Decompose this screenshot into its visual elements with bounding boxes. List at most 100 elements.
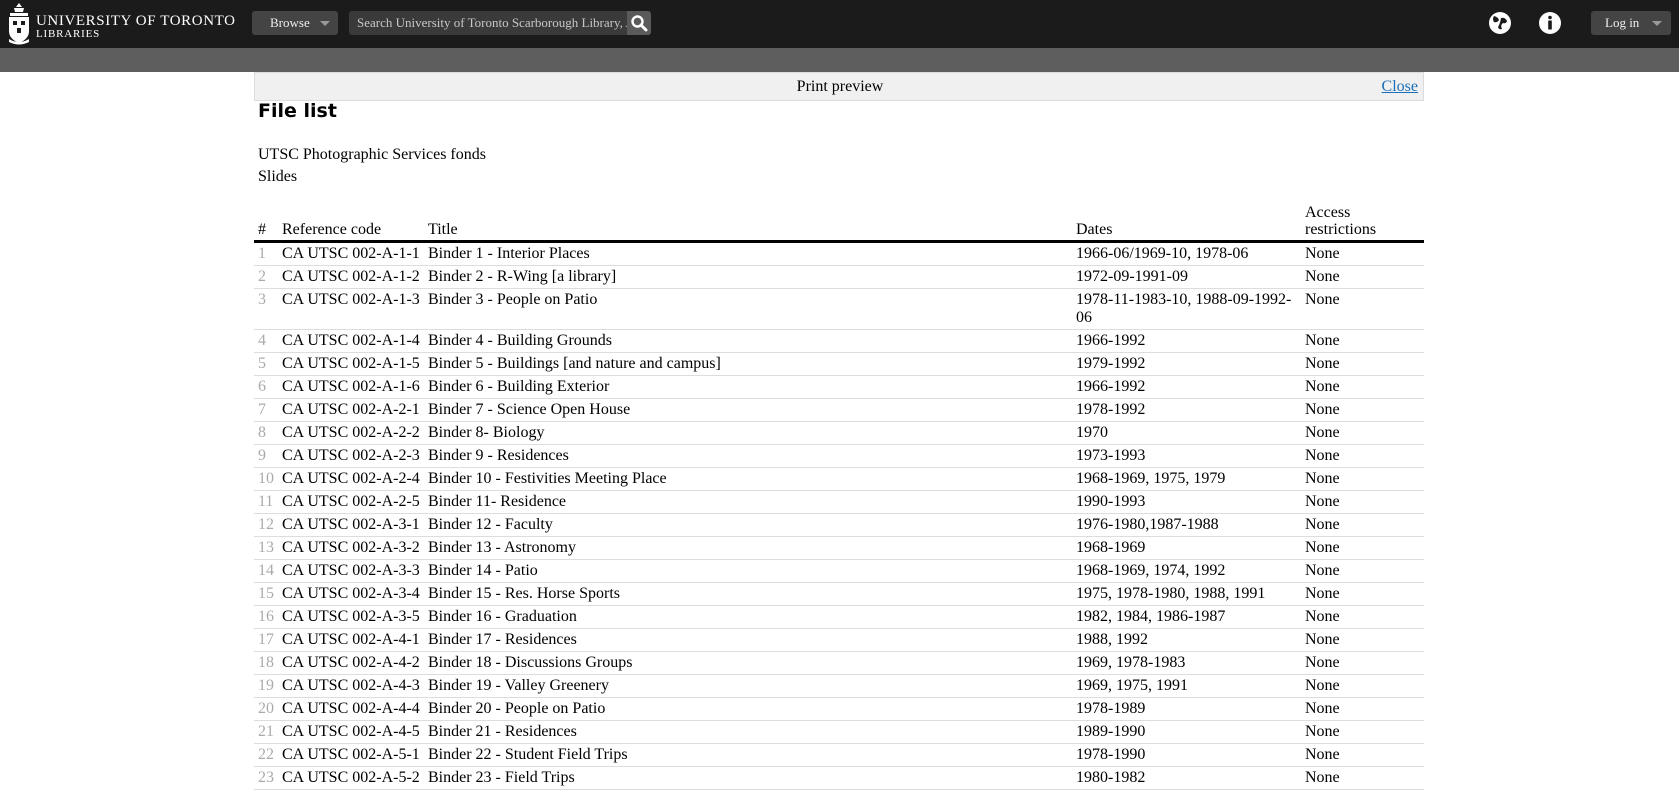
row-access-restrictions: None [1301,490,1424,514]
row-reference-code: CA UTSC 002-A-2-4 [278,467,424,491]
row-number: 23 [254,766,278,790]
row-reference-code: CA UTSC 002-A-3-5 [278,605,424,629]
row-dates: 1966-1992 [1072,375,1301,399]
language-menu-button[interactable] [1488,11,1512,40]
row-access-restrictions: None [1301,444,1424,468]
row-reference-code: CA UTSC 002-A-1-5 [278,352,424,376]
row-title: Binder 5 - Buildings [and nature and cam… [424,352,1072,376]
row-title: Binder 20 - People on Patio [424,697,1072,721]
row-access-restrictions: None [1301,467,1424,491]
row-access-restrictions: None [1301,421,1424,445]
row-access-restrictions: None [1301,628,1424,652]
row-number: 15 [254,582,278,606]
table-row: 4 CA UTSC 002-A-1-4 Binder 4 - Building Gr… [254,329,1424,353]
row-reference-code: CA UTSC 002-A-4-4 [278,697,424,721]
row-access-restrictions: None [1301,288,1424,330]
row-dates: 1976-1980,1987-1988 [1072,513,1301,537]
row-title: Binder 15 - Res. Horse Sports [424,582,1072,606]
fonds-title: UTSC Photographic Services fonds [258,146,486,163]
table-header-row: # Reference code Title Dates Access rest… [254,204,1424,243]
row-reference-code: CA UTSC 002-A-2-2 [278,421,424,445]
row-title: Binder 9 - Residences [424,444,1072,468]
row-dates: 1978-1990 [1072,743,1301,767]
row-title: Binder 14 - Patio [424,559,1072,583]
row-access-restrictions: None [1301,766,1424,790]
table-row: 3 CA UTSC 002-A-1-3 Binder 3 - People on P… [254,288,1424,330]
row-reference-code: CA UTSC 002-A-1-2 [278,265,424,289]
crest-icon [9,3,29,45]
context-bar [0,48,1679,72]
row-dates: 1990-1993 [1072,490,1301,514]
row-reference-code: CA UTSC 002-A-5-1 [278,743,424,767]
table-row: 7 CA UTSC 002-A-2-1 Binder 7 - Science Ope… [254,398,1424,422]
row-dates: 1989-1990 [1072,720,1301,744]
browse-menu-button[interactable]: Browse [252,11,338,35]
row-number: 9 [254,444,278,468]
row-title: Binder 17 - Residences [424,628,1072,652]
search-button[interactable] [627,11,651,35]
row-title: Binder 12 - Faculty [424,513,1072,537]
column-header-number: # [254,204,278,243]
row-reference-code: CA UTSC 002-A-2-3 [278,444,424,468]
row-reference-code: CA UTSC 002-A-2-5 [278,490,424,514]
table-row: 17 CA UTSC 002-A-4-1 Binder 17 - Residence… [254,628,1424,652]
row-title: Binder 16 - Graduation [424,605,1072,629]
row-title: Binder 18 - Discussions Groups [424,651,1072,675]
row-dates: 1966-1992 [1072,329,1301,353]
row-reference-code: CA UTSC 002-A-3-1 [278,513,424,537]
column-header-dates: Dates [1072,204,1301,243]
row-dates: 1978-1989 [1072,697,1301,721]
row-title: Binder 2 - R-Wing [a library] [424,265,1072,289]
row-access-restrictions: None [1301,605,1424,629]
row-access-restrictions: None [1301,329,1424,353]
row-number: 3 [254,288,278,330]
row-title: Binder 10 - Festivities Meeting Place [424,467,1072,491]
row-number: 6 [254,375,278,399]
table-row: 23 CA UTSC 002-A-5-2 Binder 23 - Field Tri… [254,766,1424,790]
row-dates: 1970 [1072,421,1301,445]
row-access-restrictions: None [1301,536,1424,560]
row-number: 12 [254,513,278,537]
row-reference-code: CA UTSC 002-A-4-2 [278,651,424,675]
column-header-reference-code: Reference code [278,204,424,243]
search-input[interactable] [349,11,627,35]
log-in-button[interactable]: Log in [1591,11,1671,35]
row-title: Binder 3 - People on Patio [424,288,1072,330]
column-header-access-restrictions: Access restrictions [1301,204,1424,243]
row-number: 1 [254,241,278,266]
row-dates: 1975, 1978-1980, 1988, 1991 [1072,582,1301,606]
row-number: 21 [254,720,278,744]
print-preview-title: Print preview [796,78,884,95]
row-reference-code: CA UTSC 002-A-4-5 [278,720,424,744]
table-row: 5 CA UTSC 002-A-1-5 Binder 5 - Buildings [… [254,352,1424,376]
row-access-restrictions: None [1301,582,1424,606]
row-access-restrictions: None [1301,743,1424,767]
row-number: 16 [254,605,278,629]
row-title: Binder 11- Residence [424,490,1072,514]
logo-text-line2: LIBRARIES [36,28,101,40]
table-row: 22 CA UTSC 002-A-5-1 Binder 22 - Student F… [254,743,1424,767]
row-reference-code: CA UTSC 002-A-4-1 [278,628,424,652]
row-access-restrictions: None [1301,265,1424,289]
row-access-restrictions: None [1301,720,1424,744]
row-dates: 1972-09-1991-09 [1072,265,1301,289]
row-number: 5 [254,352,278,376]
row-access-restrictions: None [1301,651,1424,675]
row-number: 2 [254,265,278,289]
row-reference-code: CA UTSC 002-A-3-3 [278,559,424,583]
row-number: 19 [254,674,278,698]
table-row: 10 CA UTSC 002-A-2-4 Binder 10 - Festiviti… [254,467,1424,491]
page-title: File list [258,100,337,122]
row-dates: 1969, 1975, 1991 [1072,674,1301,698]
row-dates: 1973-1993 [1072,444,1301,468]
table-row: 13 CA UTSC 002-A-3-2 Binder 13 - Astronomy… [254,536,1424,560]
quick-links-button[interactable] [1538,11,1562,40]
globe-icon [1489,12,1511,34]
close-preview-link[interactable]: Close [1382,78,1418,96]
row-number: 8 [254,421,278,445]
row-number: 7 [254,398,278,422]
row-title: Binder 4 - Building Grounds [424,329,1072,353]
row-number: 22 [254,743,278,767]
row-title: Binder 23 - Field Trips [424,766,1072,790]
row-dates: 1978-1992 [1072,398,1301,422]
